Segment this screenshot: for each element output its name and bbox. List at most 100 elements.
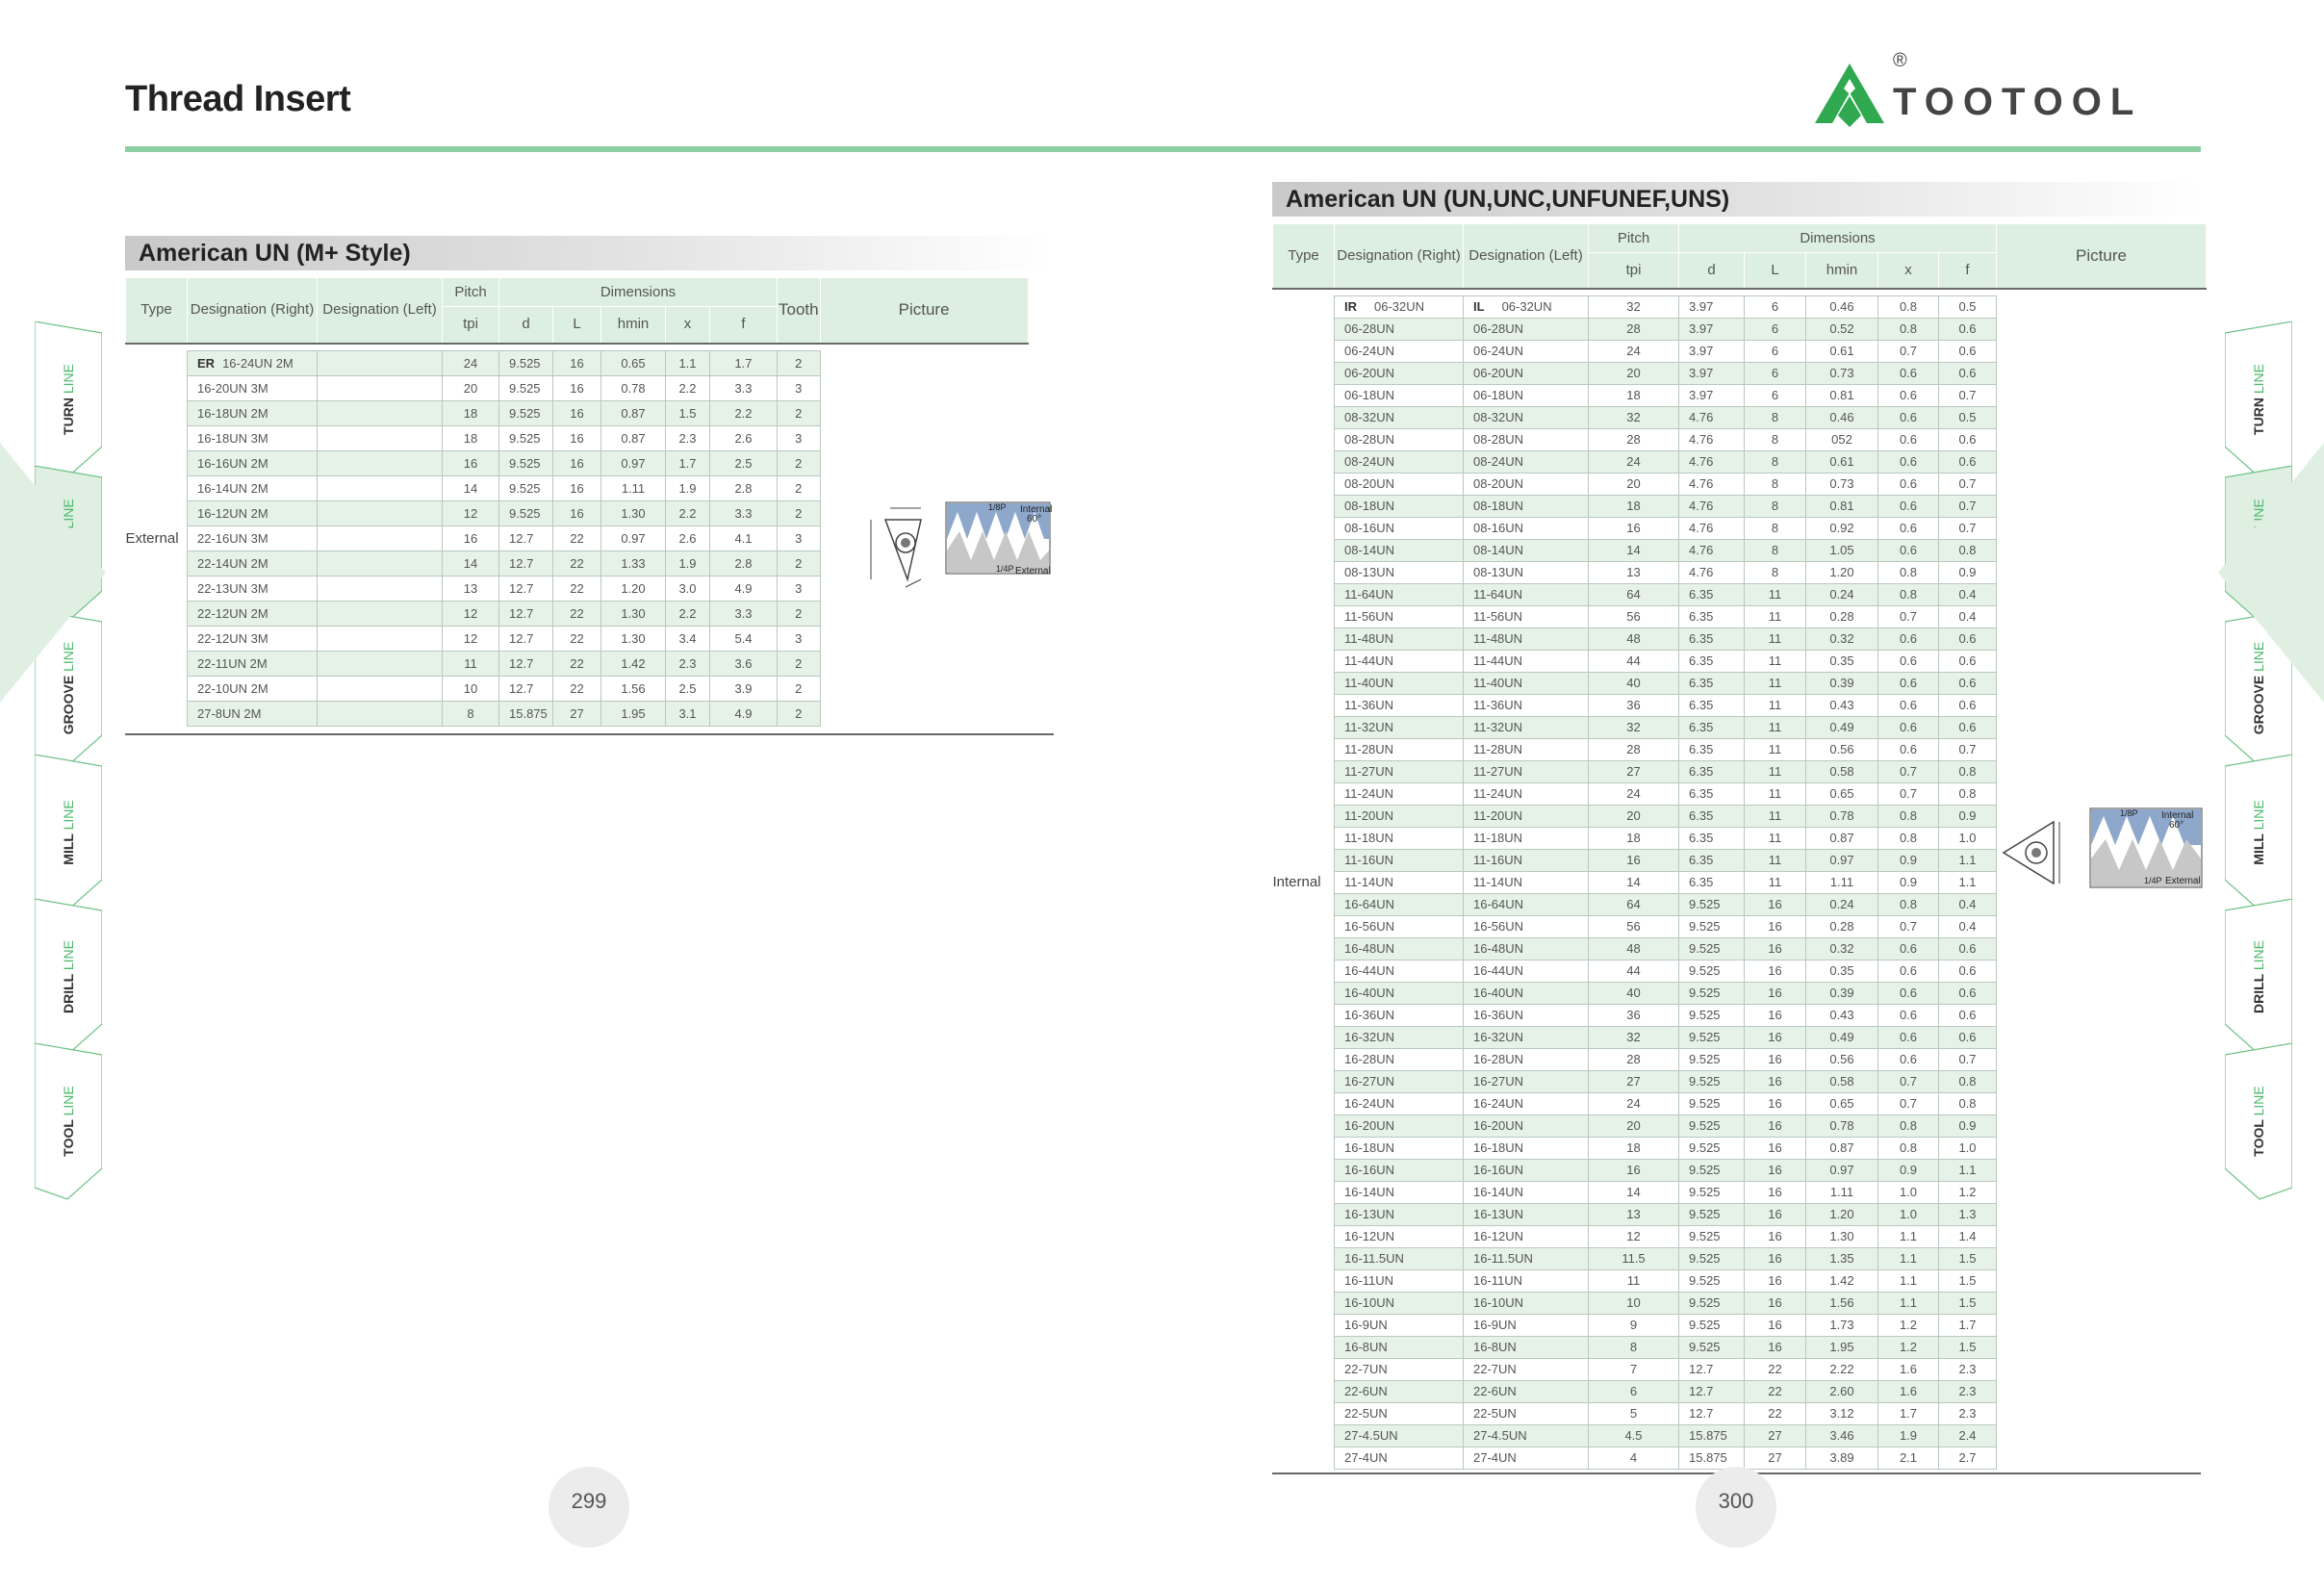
designation-value: 08-32UN [1473, 410, 1524, 424]
designation-value: 16-56UN [1344, 919, 1395, 934]
r-col-f: f [1938, 252, 1997, 289]
designation-value: 11-14UN [1473, 875, 1523, 889]
tooth-cell: 3 [777, 575, 821, 602]
d-cell: 6.35 [1678, 693, 1745, 717]
L-cell: 16 [552, 449, 601, 476]
d-cell: 12.7 [1678, 1401, 1745, 1425]
designation-value: 22-14UN 2M [197, 555, 268, 571]
L-cell: 6 [1744, 295, 1806, 319]
f-cell: 0.9 [1938, 804, 1997, 828]
designation-right-cell: 16-13UN [1334, 1202, 1464, 1226]
d-cell: 4.76 [1678, 472, 1745, 496]
x-cell: 1.9 [665, 474, 710, 501]
side-tab-drill[interactable]: DRILL LINE [35, 899, 102, 1056]
L-cell: 16 [1744, 1158, 1806, 1182]
side-tab-drill[interactable]: DRILL LINE [2225, 899, 2292, 1056]
d-cell: 4.76 [1678, 427, 1745, 451]
designation-right-cell: 16-12UN 2M [187, 499, 318, 526]
col-d: d [498, 306, 553, 344]
hmin-cell: 0.35 [1805, 959, 1878, 983]
designation-value: 11-40UN [1473, 676, 1523, 690]
x-cell: 1.5 [665, 399, 710, 426]
designation-value: 16-24UN 2M [222, 355, 294, 371]
x-cell: 0.7 [1877, 781, 1939, 806]
hmin-cell: 0.46 [1805, 405, 1878, 429]
f-cell: 0.5 [1938, 295, 1997, 319]
f-cell: 2.5 [709, 449, 778, 476]
x-cell: 2.5 [665, 675, 710, 702]
f-cell: 1.5 [1938, 1335, 1997, 1359]
hmin-cell: 1.20 [1805, 560, 1878, 584]
d-cell: 12.7 [498, 575, 553, 602]
L-cell: 16 [552, 424, 601, 451]
d-cell: 9.525 [1678, 1291, 1745, 1315]
d-cell: 9.525 [1678, 1091, 1745, 1115]
d-cell: 9.525 [1678, 936, 1745, 960]
designation-value: 22-16UN 3M [197, 530, 268, 546]
side-tab-suffix: LINE [61, 364, 76, 395]
f-cell: 0.9 [1938, 1114, 1997, 1138]
L-cell: 16 [1744, 1313, 1806, 1337]
x-cell: 0.6 [1877, 1025, 1939, 1049]
designation-right-cell: 11-14UN [1334, 870, 1464, 894]
designation-value: 08-16UN [1344, 521, 1395, 535]
hmin-cell: 0.28 [1805, 914, 1878, 938]
tpi-cell: 11 [1588, 1268, 1679, 1293]
tpi-cell: 36 [1588, 1003, 1679, 1027]
tpi-cell: 28 [1588, 1047, 1679, 1071]
hmin-cell: 1.95 [600, 700, 666, 727]
designation-left-cell [317, 424, 443, 451]
designation-left-cell: 16-14UN [1463, 1180, 1589, 1204]
designation-value: 11-16UN [1344, 853, 1394, 867]
designation-right-cell: 16-48UN [1334, 936, 1464, 960]
L-cell: 11 [1744, 737, 1806, 761]
tooth-cell: 3 [777, 625, 821, 652]
side-tab-suffix: LINE [61, 940, 76, 971]
designation-left-cell [317, 600, 443, 627]
tpi-cell: 8 [442, 700, 499, 727]
f-cell: 1.1 [1938, 848, 1997, 872]
L-cell: 22 [552, 675, 601, 702]
d-cell: 6.35 [1678, 848, 1745, 872]
hmin-cell: 1.35 [1805, 1246, 1878, 1270]
x-cell: 0.8 [1877, 1114, 1939, 1138]
designation-right-cell: 22-5UN [1334, 1401, 1464, 1425]
f-cell: 0.6 [1938, 1025, 1997, 1049]
L-cell: 16 [552, 374, 601, 401]
hmin-cell: 0.56 [1805, 1047, 1878, 1071]
side-tab-name: TOOL [61, 1119, 76, 1157]
tpi-cell: 14 [442, 474, 499, 501]
r-col-tpi: tpi [1588, 252, 1679, 289]
L-cell: 16 [1744, 1246, 1806, 1270]
hmin-cell: 1.20 [600, 575, 666, 602]
active-tab-wedge-left [0, 443, 106, 707]
x-cell: 0.6 [1877, 427, 1939, 451]
x-cell: 1.1 [1877, 1224, 1939, 1248]
logo-mark-icon [1815, 64, 1884, 127]
designation-left-cell: 16-8UN [1463, 1335, 1589, 1359]
tpi-cell: 10 [1588, 1291, 1679, 1315]
hmin-cell: 0.78 [1805, 804, 1878, 828]
tpi-cell: 32 [1588, 1025, 1679, 1049]
tpi-cell: 44 [1588, 649, 1679, 673]
designation-value: 22-6UN [1473, 1384, 1517, 1398]
side-tab-suffix: LINE [61, 1086, 76, 1116]
designation-value: 16-24UN [1473, 1096, 1524, 1111]
side-tab-tool[interactable]: TOOL LINE [2225, 1043, 2292, 1200]
designation-value: 11-48UN [1344, 631, 1394, 646]
side-tab-tool[interactable]: TOOL LINE [35, 1043, 102, 1200]
tpi-cell: 14 [1588, 538, 1679, 562]
tooth-cell: 2 [777, 550, 821, 576]
hmin-cell: 0.81 [1805, 494, 1878, 518]
side-tab-mill[interactable]: MILL LINE [2225, 755, 2292, 911]
designation-right-cell: 22-10UN 2M [187, 675, 318, 702]
x-cell: 3.1 [665, 700, 710, 727]
tpi-cell: 16 [1588, 1158, 1679, 1182]
r-fig-pitch-bottom: 1/4P [2144, 876, 2162, 885]
side-tab-mill[interactable]: MILL LINE [35, 755, 102, 911]
designation-right-cell: 22-6UN [1334, 1379, 1464, 1403]
designation-value: 16-8UN [1473, 1340, 1517, 1354]
x-cell: 0.7 [1877, 604, 1939, 628]
tpi-cell: 27 [1588, 759, 1679, 783]
d-cell: 6.35 [1678, 759, 1745, 783]
